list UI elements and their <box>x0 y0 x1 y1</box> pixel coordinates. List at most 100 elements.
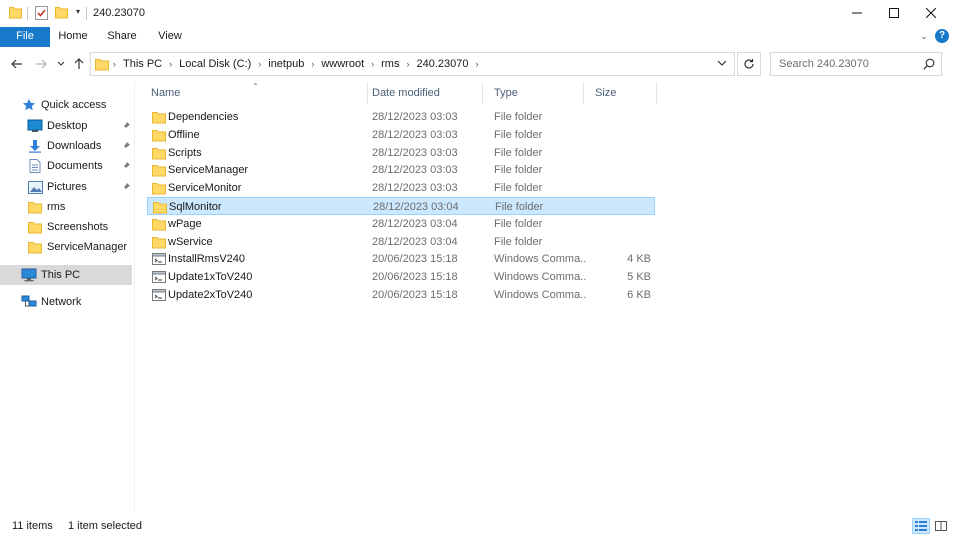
sidebar-item-rms[interactable]: rms <box>0 197 132 217</box>
toolbar-divider <box>86 7 87 20</box>
breadcrumb-this-pc[interactable]: This PC <box>123 58 162 70</box>
forward-button[interactable] <box>32 54 50 74</box>
file-name: Offline <box>168 128 200 141</box>
file-row[interactable]: wService 28/12/2023 03:04 File folder <box>147 233 655 251</box>
breadcrumb-inetpub[interactable]: inetpub <box>268 58 304 70</box>
up-button[interactable] <box>70 54 88 74</box>
minimize-button[interactable] <box>839 0 875 26</box>
command-script-icon <box>152 252 166 266</box>
file-row[interactable]: Update1xToV240 20/06/2023 15:18 Windows Co… <box>147 268 655 286</box>
tab-home[interactable]: Home <box>52 27 94 47</box>
file-name: wService <box>168 235 213 248</box>
file-row[interactable]: Dependencies 28/12/2023 03:03 File folder <box>147 108 655 126</box>
sidebar-item-quick-access[interactable]: Quick access <box>0 95 132 115</box>
pin-icon[interactable] <box>121 141 131 151</box>
desktop-icon <box>27 118 43 134</box>
chevron-right-icon[interactable]: › <box>169 59 172 69</box>
arrow-left-icon <box>11 59 22 69</box>
new-folder-icon[interactable] <box>55 6 68 22</box>
sidebar-item-label: Documents <box>47 160 103 172</box>
file-date-modified: 20/06/2023 15:18 <box>372 253 458 266</box>
breadcrumb-rms[interactable]: rms <box>381 58 399 70</box>
chevron-right-icon[interactable]: › <box>406 59 409 69</box>
sidebar-item-pictures[interactable]: Pictures <box>0 177 132 197</box>
search-icon[interactable] <box>923 58 935 73</box>
folder-icon <box>152 181 166 195</box>
breadcrumb-wwwroot[interactable]: wwwroot <box>321 58 364 70</box>
file-row[interactable]: wPage 28/12/2023 03:04 File folder <box>147 215 655 233</box>
customize-toolbar-icon[interactable]: ▾ <box>73 5 83 19</box>
file-list: ⌃ Name Date modified Type Size Dependenc… <box>140 82 953 512</box>
tab-view[interactable]: View <box>150 27 190 47</box>
file-row[interactable]: InstallRmsV240 20/06/2023 15:18 Windows Co… <box>147 250 655 268</box>
file-type: File folder <box>495 201 544 213</box>
search-input[interactable]: Search 240.23070 <box>779 58 869 70</box>
back-button[interactable] <box>8 54 26 74</box>
pin-icon[interactable] <box>121 121 131 131</box>
sidebar-item-network[interactable]: Network <box>0 292 132 312</box>
chevron-right-icon[interactable]: › <box>311 59 314 69</box>
folder-icon <box>95 57 109 74</box>
folder-icon <box>27 239 43 255</box>
file-name: SqlMonitor <box>169 201 222 213</box>
column-header-name[interactable]: Name <box>140 82 368 104</box>
sidebar-item-this-pc[interactable]: This PC <box>0 265 132 285</box>
sidebar-item-documents[interactable]: Documents <box>0 156 132 176</box>
chevron-right-icon[interactable]: › <box>371 59 374 69</box>
maximize-icon <box>889 8 899 18</box>
file-type: File folder <box>494 111 543 123</box>
file-row[interactable]: Scripts 28/12/2023 03:03 File folder <box>147 144 655 162</box>
file-name: Update1xToV240 <box>168 271 253 284</box>
file-row[interactable]: Offline 28/12/2023 03:03 File folder <box>147 126 655 144</box>
sidebar-item-label: Screenshots <box>47 221 109 233</box>
file-name: ServiceManager <box>168 164 249 177</box>
column-header-size[interactable]: Size <box>584 82 657 104</box>
file-row[interactable]: Update2xToV240 20/06/2023 15:18 Windows Co… <box>147 286 655 304</box>
tab-file[interactable]: File <box>0 27 50 47</box>
file-row[interactable]: ServiceManager 28/12/2023 03:03 File folde… <box>147 161 655 179</box>
breadcrumb-current[interactable]: 240.23070 <box>416 58 468 70</box>
refresh-button[interactable] <box>737 52 761 76</box>
sidebar-item-label: ServiceManager <box>47 241 128 253</box>
breadcrumb: › This PC › Local Disk (C:) › inetpub › … <box>113 53 485 75</box>
file-row[interactable]: ServiceMonitor 28/12/2023 03:03 File folde… <box>147 179 655 197</box>
file-row[interactable]: SqlMonitor 28/12/2023 03:04 File folder <box>147 197 655 215</box>
sidebar-item-label: This PC <box>41 269 81 281</box>
file-size <box>593 233 651 251</box>
close-button[interactable] <box>913 0 949 26</box>
chevron-down-icon <box>57 61 65 66</box>
large-icons-view-button[interactable] <box>932 518 950 534</box>
file-size <box>593 215 651 233</box>
sidebar-item-desktop[interactable]: Desktop <box>0 116 132 136</box>
sidebar-item-screenshots[interactable]: Screenshots <box>0 217 132 237</box>
folder-icon <box>152 128 166 142</box>
properties-icon[interactable] <box>35 6 48 23</box>
search-box[interactable]: Search 240.23070 <box>770 52 942 76</box>
details-view-button[interactable] <box>912 518 930 534</box>
address-bar[interactable]: › This PC › Local Disk (C:) › inetpub › … <box>90 52 735 76</box>
network-icon <box>21 294 37 310</box>
chevron-right-icon[interactable]: › <box>258 59 261 69</box>
help-icon[interactable]: ? <box>935 29 949 43</box>
tab-share[interactable]: Share <box>100 27 144 47</box>
recent-locations-button[interactable] <box>55 54 67 74</box>
pin-icon[interactable] <box>121 182 131 192</box>
chevron-right-icon[interactable]: › <box>475 59 478 69</box>
address-history-button[interactable] <box>717 58 729 70</box>
pin-icon[interactable] <box>121 161 131 171</box>
file-date-modified: 28/12/2023 03:03 <box>372 182 458 195</box>
breadcrumb-local-disk[interactable]: Local Disk (C:) <box>179 58 251 70</box>
sidebar-item-label: rms <box>47 201 66 213</box>
large-icons-view-icon <box>935 521 947 531</box>
file-size: 6 KB <box>627 289 651 301</box>
maximize-button[interactable] <box>876 0 912 26</box>
file-type: Windows Comma... <box>494 289 586 301</box>
ribbon-tabs: File Home Share View ⌄ ? <box>0 27 953 47</box>
column-header-type[interactable]: Type <box>483 82 584 104</box>
file-date-modified: 28/12/2023 03:03 <box>372 111 458 123</box>
sidebar-item-downloads[interactable]: Downloads <box>0 136 132 156</box>
column-header-date[interactable]: Date modified <box>361 82 483 104</box>
expand-ribbon-icon[interactable]: ⌄ <box>918 30 930 42</box>
sidebar-item-servicemanager[interactable]: ServiceManager <box>0 237 132 257</box>
arrow-right-icon <box>36 59 47 69</box>
